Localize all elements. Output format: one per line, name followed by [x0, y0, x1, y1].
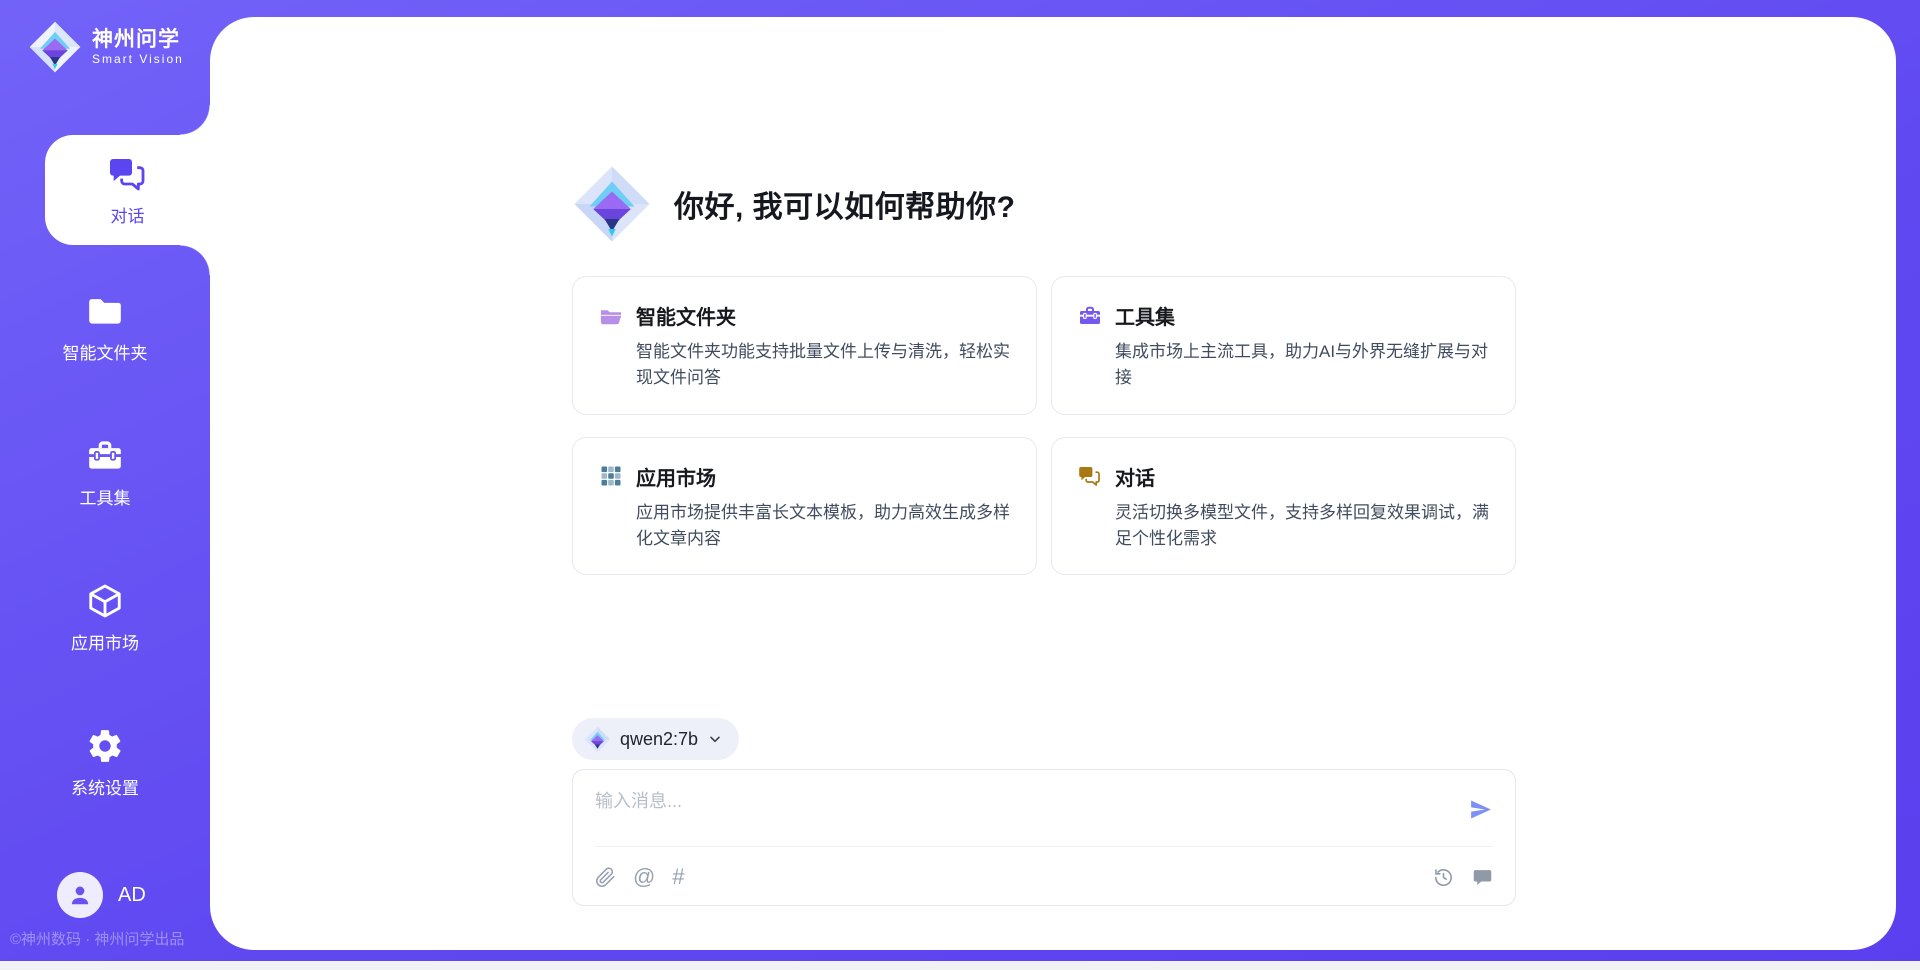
card-toolset[interactable]: 工具集 集成市场上主流工具，助力AI与外界无缝扩展与对接 — [1051, 276, 1516, 415]
feature-cards: 智能文件夹 智能文件夹功能支持批量文件上传与清洗，轻松实现文件问答 工具集 集成… — [572, 276, 1516, 575]
paperclip-icon[interactable] — [595, 867, 616, 888]
message-composer: @ # — [572, 769, 1516, 906]
card-desc: 智能文件夹功能支持批量文件上传与清洗，轻松实现文件问答 — [636, 339, 1012, 392]
model-selector[interactable]: qwen2:7b — [572, 718, 739, 760]
cube-icon — [86, 582, 124, 620]
message-input[interactable] — [595, 787, 1455, 839]
card-title: 工具集 — [1115, 301, 1175, 330]
sidebar-item-label: 对话 — [111, 202, 145, 227]
copyright-text: ©神州数码 · 神州问学出品 — [10, 928, 184, 949]
sidebar-item-label: 智能文件夹 — [63, 339, 148, 364]
sidebar-item-toolset[interactable]: 工具集 — [0, 427, 210, 519]
card-title: 应用市场 — [636, 462, 716, 491]
card-desc: 灵活切换多模型文件，支持多样回复效果调试，满足个性化需求 — [1115, 500, 1491, 553]
hash-icon[interactable]: # — [672, 866, 684, 888]
toolbox-icon — [1078, 304, 1102, 328]
send-plane-icon[interactable] — [1468, 797, 1493, 822]
card-desc: 应用市场提供丰富长文本模板，助力高效生成多样化文章内容 — [636, 500, 1012, 553]
sidebar-item-smart-folder[interactable]: 智能文件夹 — [0, 282, 210, 374]
sidebar: 神州问学 Smart Vision 对话 智能文件夹 工具集 — [0, 0, 210, 970]
brand-subtitle: Smart Vision — [92, 52, 184, 66]
brand-name: 神州问学 — [92, 28, 184, 52]
sidebar-item-app-market[interactable]: 应用市场 — [0, 572, 210, 664]
card-app-market[interactable]: 应用市场 应用市场提供丰富长文本模板，助力高效生成多样化文章内容 — [572, 437, 1037, 576]
greeting-headline: 你好, 我可以如何帮助你? — [674, 182, 1016, 226]
card-desc: 集成市场上主流工具，助力AI与外界无缝扩展与对接 — [1115, 339, 1491, 392]
card-title: 对话 — [1115, 462, 1155, 491]
card-chat[interactable]: 对话 灵活切换多模型文件，支持多样回复效果调试，满足个性化需求 — [1051, 437, 1516, 576]
card-smart-folder[interactable]: 智能文件夹 智能文件夹功能支持批量文件上传与清洗，轻松实现文件问答 — [572, 276, 1037, 415]
grid-icon — [599, 464, 623, 488]
sidebar-item-settings[interactable]: 系统设置 — [0, 717, 210, 809]
main-panel: 你好, 我可以如何帮助你? 智能文件夹 智能文件夹功能支持批量文件上传与清洗，轻… — [210, 17, 1896, 950]
sidebar-item-chat[interactable]: 对话 — [45, 135, 210, 245]
gem-diamond-logo-icon — [584, 726, 611, 753]
chat-bubbles-icon — [108, 154, 148, 194]
brand-logo: 神州问学 Smart Vision — [28, 20, 184, 74]
folder-icon — [599, 304, 623, 328]
folder-icon — [86, 292, 124, 330]
at-sign-icon[interactable]: @ — [633, 866, 655, 888]
avatar — [57, 872, 103, 918]
sidebar-item-label: 工具集 — [80, 484, 131, 509]
horizontal-scrollbar[interactable] — [0, 961, 1920, 970]
user-account[interactable]: AD — [57, 872, 146, 918]
composer-toolbar: @ # — [595, 858, 1493, 896]
gear-icon — [86, 727, 124, 765]
history-clock-icon[interactable] — [1433, 867, 1454, 888]
model-name: qwen2:7b — [620, 729, 698, 750]
greeting-block: 你好, 我可以如何帮助你? — [572, 164, 1016, 244]
chat-bubble-icon[interactable] — [1472, 867, 1493, 888]
sidebar-item-label: 系统设置 — [71, 774, 139, 799]
gem-diamond-logo-icon — [28, 20, 82, 74]
chevron-down-icon — [707, 731, 723, 747]
user-name: AD — [118, 884, 146, 907]
card-title: 智能文件夹 — [636, 301, 736, 330]
content-column: 你好, 我可以如何帮助你? 智能文件夹 智能文件夹功能支持批量文件上传与清洗，轻… — [572, 17, 1516, 950]
toolbox-icon — [86, 437, 124, 475]
sidebar-item-label: 应用市场 — [71, 629, 139, 654]
chat-bubble-icon — [1078, 464, 1102, 488]
gem-diamond-logo-icon — [572, 164, 652, 244]
composer-divider — [595, 846, 1493, 847]
user-icon — [67, 882, 93, 908]
